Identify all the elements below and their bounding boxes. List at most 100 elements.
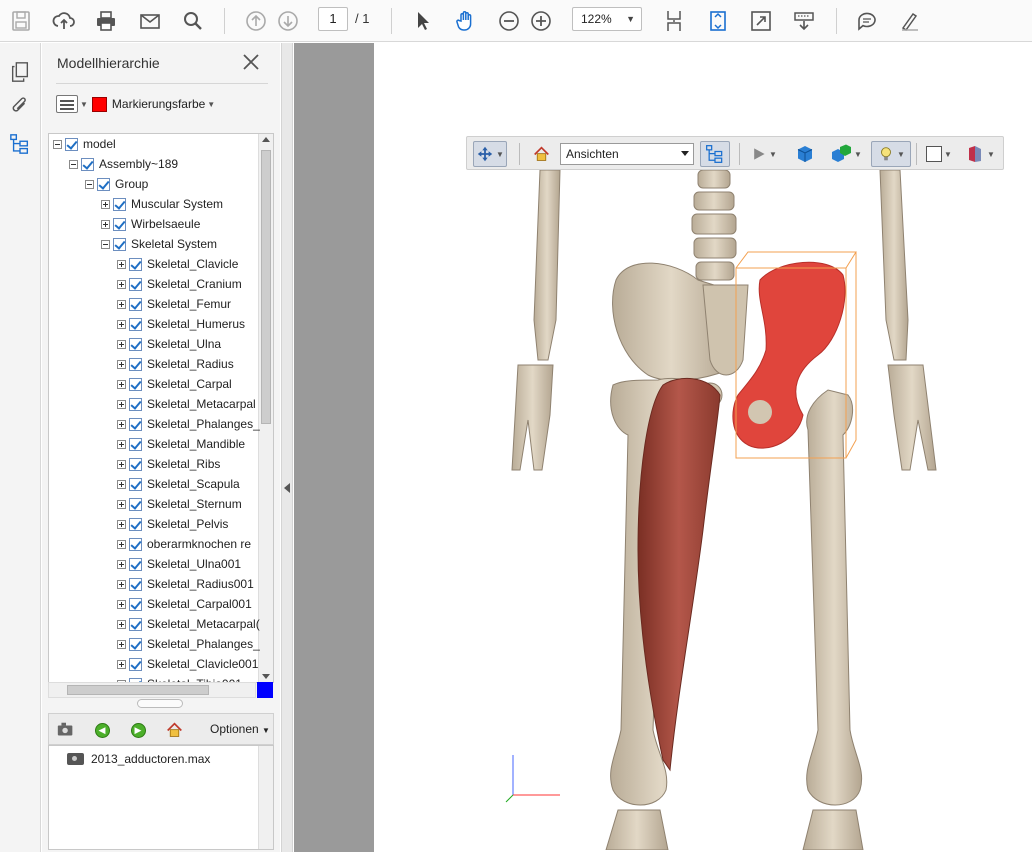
checkbox-icon[interactable] bbox=[129, 657, 142, 671]
panel-splitter-handle[interactable] bbox=[137, 699, 183, 708]
tree-node[interactable]: Skeletal_Metacarpal( bbox=[117, 614, 260, 634]
highlight-pen-icon[interactable] bbox=[895, 6, 925, 36]
expand-icon[interactable] bbox=[101, 199, 110, 209]
tree-node[interactable]: Skeletal_Carpal001 bbox=[117, 594, 252, 614]
checkbox-icon[interactable] bbox=[129, 617, 142, 631]
home-view-icon[interactable] bbox=[163, 719, 185, 741]
checkbox-icon[interactable] bbox=[113, 217, 126, 231]
tree-node[interactable]: Skeletal_Scapula bbox=[117, 474, 240, 494]
expand-icon[interactable] bbox=[117, 499, 126, 509]
rotate-tool-icon[interactable]: ▼ bbox=[473, 141, 507, 167]
checkbox-icon[interactable] bbox=[129, 457, 142, 471]
checkbox-icon[interactable] bbox=[129, 337, 142, 351]
checkbox-icon[interactable] bbox=[129, 577, 142, 591]
expand-icon[interactable] bbox=[117, 519, 126, 529]
tree-node[interactable]: Skeletal_Phalanges_ bbox=[117, 414, 260, 434]
scrollbar-thumb[interactable] bbox=[261, 150, 271, 424]
collapse-arrow-icon[interactable] bbox=[284, 483, 290, 493]
tree-node[interactable]: Skeletal_Radius bbox=[117, 354, 234, 374]
checkbox-icon[interactable] bbox=[97, 177, 110, 191]
page-number-input[interactable]: 1 bbox=[318, 7, 348, 31]
full-screen-icon[interactable] bbox=[746, 6, 776, 36]
tree-node[interactable]: Skeletal_Pelvis bbox=[117, 514, 228, 534]
comment-icon[interactable] bbox=[852, 6, 882, 36]
projection-cube-icon[interactable] bbox=[793, 141, 817, 167]
render-mode-icon[interactable]: ▼ bbox=[827, 141, 863, 167]
chevron-down-icon[interactable]: ▼ bbox=[80, 100, 88, 109]
play-animation-icon[interactable]: ▼ bbox=[747, 141, 781, 167]
expand-icon[interactable] bbox=[117, 399, 126, 409]
print-icon[interactable] bbox=[91, 6, 121, 36]
select-cursor-icon[interactable] bbox=[408, 6, 438, 36]
expand-icon[interactable] bbox=[101, 219, 110, 229]
checkbox-icon[interactable] bbox=[129, 497, 142, 511]
expand-icon[interactable] bbox=[117, 479, 126, 489]
background-color-icon[interactable]: ▼ bbox=[922, 141, 956, 167]
tree-node[interactable]: oberarmknochen re bbox=[117, 534, 251, 554]
previous-page-icon[interactable] bbox=[241, 6, 271, 36]
tree-vertical-scrollbar[interactable] bbox=[258, 134, 273, 682]
home-view-icon[interactable] bbox=[529, 141, 553, 167]
zoom-select[interactable]: 122% ▼ bbox=[572, 7, 642, 31]
tree-node[interactable]: Skeletal_Ulna bbox=[117, 334, 221, 354]
tree-horizontal-scrollbar[interactable] bbox=[48, 682, 256, 698]
expand-icon[interactable] bbox=[117, 419, 126, 429]
checkbox-icon[interactable] bbox=[129, 317, 142, 331]
checkbox-icon[interactable] bbox=[129, 277, 142, 291]
next-page-icon[interactable] bbox=[273, 6, 303, 36]
checkbox-icon[interactable] bbox=[129, 297, 142, 311]
marking-color-label[interactable]: Markierungsfarbe bbox=[112, 97, 205, 111]
checkbox-icon[interactable] bbox=[129, 477, 142, 491]
cloud-upload-icon[interactable] bbox=[49, 6, 79, 36]
chevron-down-icon[interactable]: ▼ bbox=[207, 100, 215, 109]
previous-view-icon[interactable]: ◀ bbox=[91, 719, 113, 741]
model-tree-icon[interactable] bbox=[7, 131, 33, 157]
3d-model-viewport[interactable] bbox=[498, 170, 998, 850]
hand-tool-icon[interactable] bbox=[451, 6, 481, 36]
expand-icon[interactable] bbox=[117, 579, 126, 589]
checkbox-icon[interactable] bbox=[129, 517, 142, 531]
expand-icon[interactable] bbox=[117, 619, 126, 629]
zoom-in-icon[interactable] bbox=[526, 6, 556, 36]
tree-node[interactable]: Skeletal_Femur bbox=[117, 294, 231, 314]
checkbox-icon[interactable] bbox=[65, 137, 78, 151]
fit-page-icon[interactable] bbox=[703, 6, 733, 36]
tree-node[interactable]: Skeletal_Clavicle001 bbox=[117, 654, 258, 674]
scrollbar-thumb[interactable] bbox=[67, 685, 209, 695]
expand-icon[interactable] bbox=[117, 639, 126, 649]
pages-icon[interactable] bbox=[7, 59, 33, 85]
checkbox-icon[interactable] bbox=[113, 237, 126, 251]
expand-icon[interactable] bbox=[117, 439, 126, 449]
tree-node[interactable]: Skeletal_Ulna001 bbox=[117, 554, 241, 574]
options-menu[interactable]: Optionen ▼ bbox=[210, 722, 270, 736]
checkbox-icon[interactable] bbox=[113, 197, 126, 211]
expand-icon[interactable] bbox=[117, 319, 126, 329]
tree-node[interactable]: Skeletal_Humerus bbox=[117, 314, 245, 334]
expand-icon[interactable] bbox=[117, 559, 126, 569]
collapse-icon[interactable] bbox=[101, 239, 110, 249]
collapse-icon[interactable] bbox=[69, 159, 78, 169]
model-tree-toggle-icon[interactable] bbox=[700, 141, 730, 167]
scroll-up-icon[interactable] bbox=[262, 137, 270, 142]
background-color-swatch[interactable] bbox=[257, 682, 273, 698]
search-icon[interactable] bbox=[178, 6, 208, 36]
expand-icon[interactable] bbox=[117, 659, 126, 669]
marking-color-swatch[interactable] bbox=[91, 96, 107, 112]
tree-node[interactable]: Skeletal_Carpal bbox=[117, 374, 232, 394]
checkbox-icon[interactable] bbox=[81, 157, 94, 171]
tree-node-assembly[interactable]: Assembly~189 bbox=[69, 154, 178, 174]
checkbox-icon[interactable] bbox=[129, 557, 142, 571]
attachments-icon[interactable] bbox=[7, 93, 33, 119]
expand-icon[interactable] bbox=[117, 379, 126, 389]
expand-icon[interactable] bbox=[117, 299, 126, 309]
tree-node[interactable]: Skeletal_Mandible bbox=[117, 434, 245, 454]
lighting-icon[interactable]: ▼ bbox=[871, 141, 911, 167]
expand-icon[interactable] bbox=[117, 539, 126, 549]
expand-icon[interactable] bbox=[117, 359, 126, 369]
tree-node[interactable]: Wirbelsaeule bbox=[101, 214, 200, 234]
cross-section-icon[interactable]: ▼ bbox=[961, 141, 999, 167]
expand-icon[interactable] bbox=[117, 459, 126, 469]
panel-collapse-strip[interactable] bbox=[281, 43, 293, 852]
scroll-down-icon[interactable] bbox=[262, 674, 270, 679]
read-mode-icon[interactable] bbox=[789, 6, 819, 36]
